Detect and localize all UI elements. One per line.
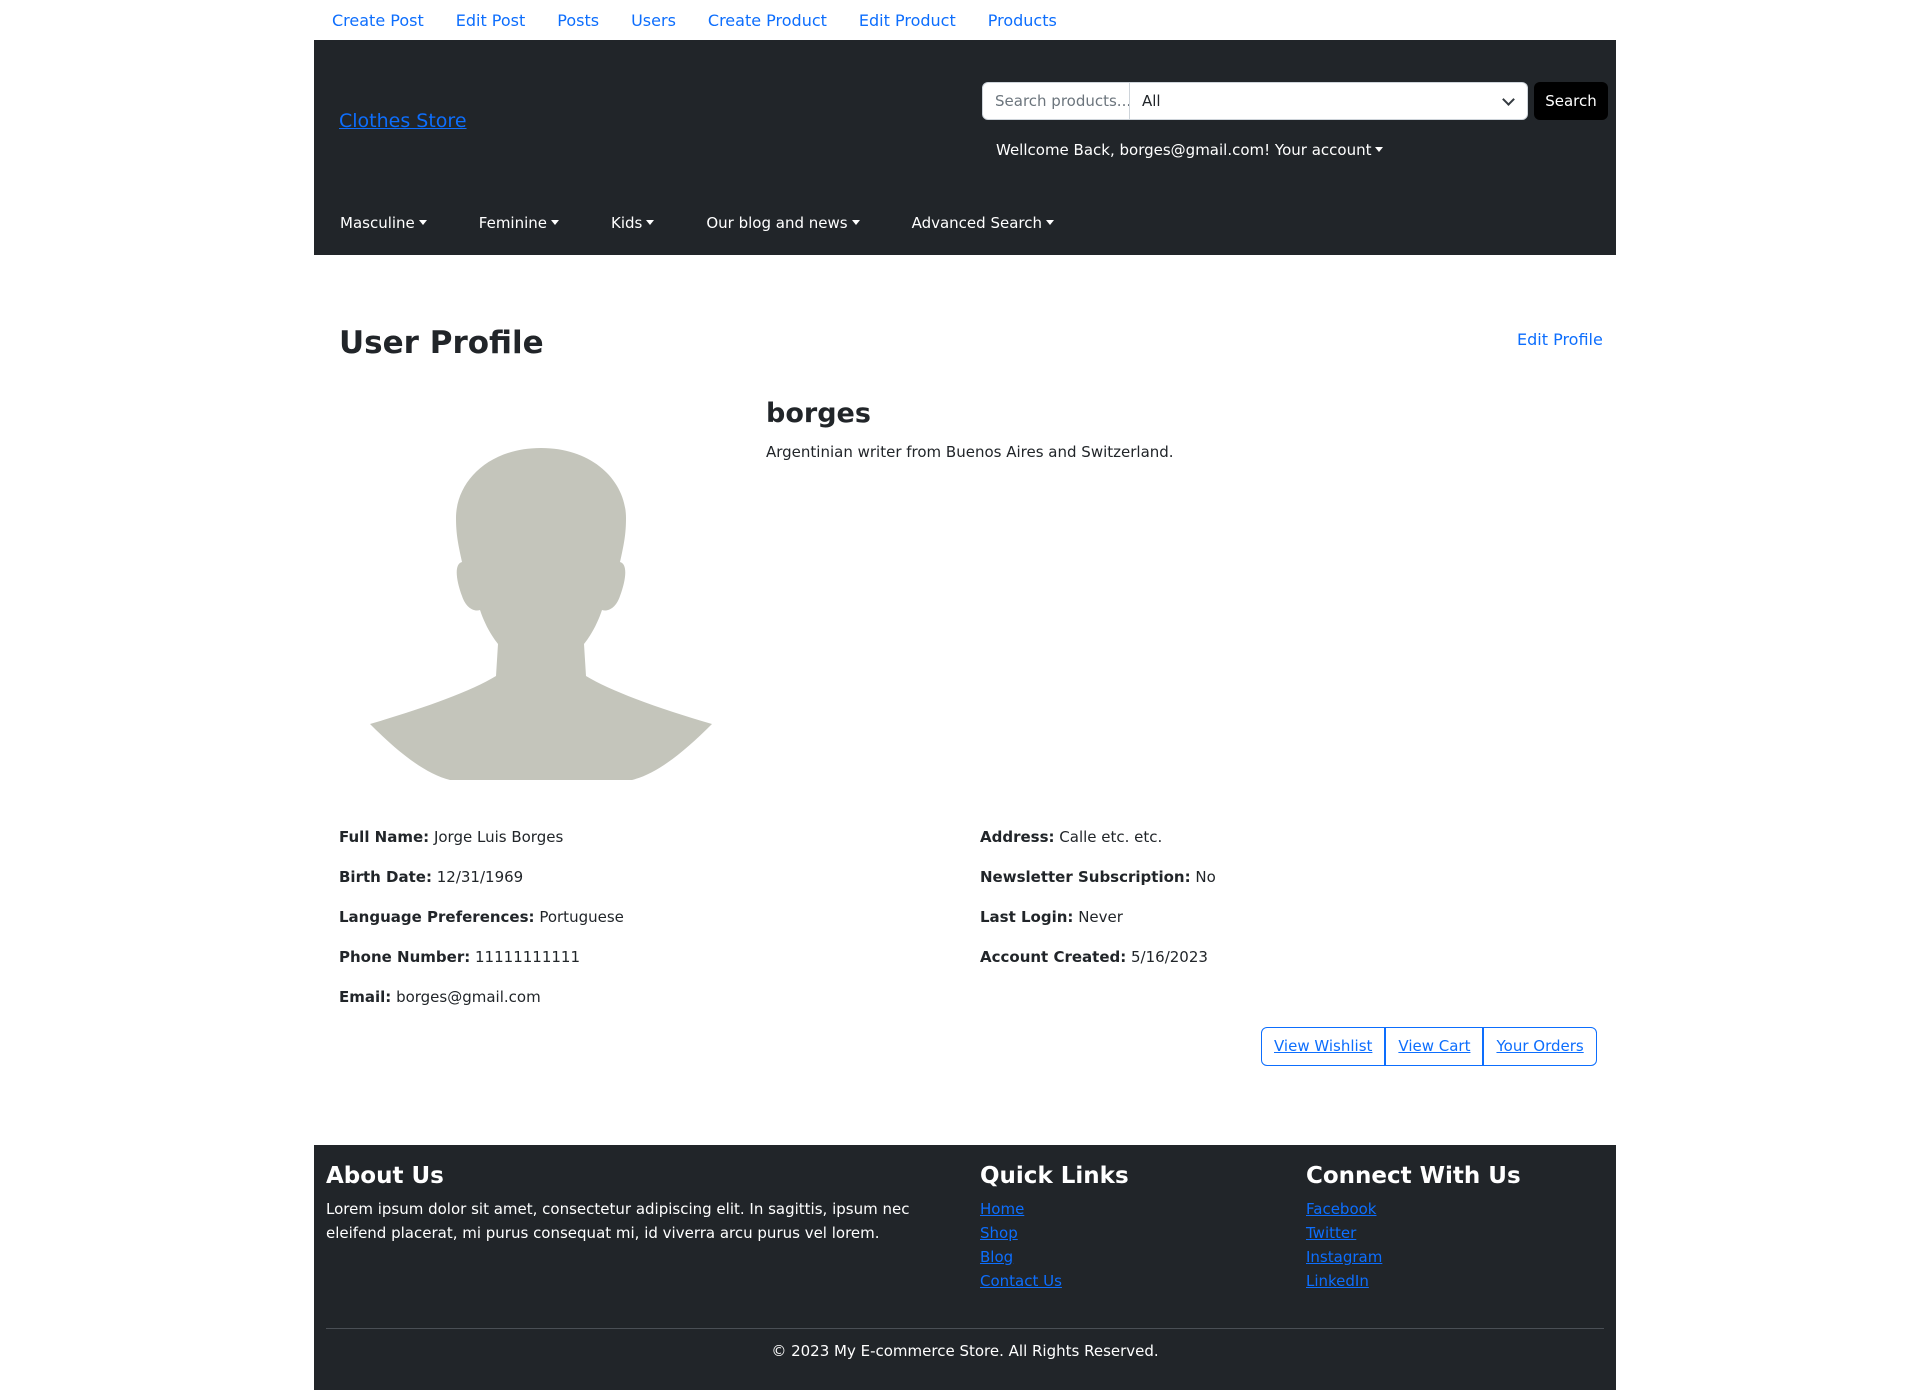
nav-advanced-search-label: Advanced Search [911, 214, 1042, 232]
field-value: Calle etc. etc. [1059, 828, 1163, 846]
profile-username: borges [766, 398, 871, 429]
search-form: Search products... All Search [982, 82, 1608, 120]
site-header: Clothes Store Search products... All Sea… [314, 40, 1616, 255]
field-full-name: Full Name: Jorge Luis Borges [339, 825, 624, 865]
footer-link-twitter[interactable]: Twitter [1306, 1221, 1521, 1245]
your-orders-button[interactable]: Your Orders [1483, 1027, 1597, 1066]
account-dropdown[interactable]: Wellcome Back, borges@gmail.com! Your ac… [996, 130, 1384, 170]
nav-masculine-label: Masculine [340, 214, 415, 232]
caret-down-icon [1375, 147, 1384, 152]
view-wishlist-button[interactable]: View Wishlist [1261, 1027, 1386, 1066]
field-label: Newsletter Subscription: [980, 868, 1191, 886]
field-address: Address: Calle etc. etc. [980, 825, 1216, 865]
field-label: Full Name: [339, 828, 430, 846]
category-select[interactable]: All [1130, 82, 1528, 120]
link-create-product[interactable]: Create Product [692, 11, 843, 30]
caret-down-icon [418, 220, 427, 225]
field-language: Language Preferences: Portuguese [339, 905, 624, 945]
nav-masculine[interactable]: Masculine [314, 203, 453, 243]
brand-link[interactable]: Clothes Store [339, 110, 467, 132]
footer-quick-links: Quick Links Home Shop Blog Contact Us [980, 1163, 1129, 1293]
link-products[interactable]: Products [972, 11, 1073, 30]
field-label: Email: [339, 988, 392, 1006]
field-birth-date: Birth Date: 12/31/1969 [339, 865, 624, 905]
field-label: Account Created: [980, 948, 1127, 966]
page-title: User Profile [339, 325, 544, 361]
field-label: Last Login: [980, 908, 1074, 926]
nav-feminine[interactable]: Feminine [453, 203, 585, 243]
nav-feminine-label: Feminine [478, 214, 548, 232]
footer-link-facebook[interactable]: Facebook [1306, 1197, 1521, 1221]
field-label: Address: [980, 828, 1055, 846]
nav-advanced-search[interactable]: Advanced Search [886, 203, 1080, 243]
field-label: Language Preferences: [339, 908, 535, 926]
footer-link-shop[interactable]: Shop [980, 1221, 1129, 1245]
footer-connect-title: Connect With Us [1306, 1163, 1521, 1189]
field-value: 12/31/1969 [436, 868, 524, 886]
footer-about: About Us Lorem ipsum dolor sit amet, con… [326, 1163, 966, 1245]
field-phone: Phone Number: 11111111111 [339, 945, 624, 985]
chevron-down-icon [1502, 93, 1515, 106]
footer-copyright: © 2023 My E-commerce Store. All Rights R… [771, 1342, 1159, 1360]
footer-divider [326, 1328, 1604, 1329]
caret-down-icon [851, 220, 860, 225]
category-nav: Masculine Feminine Kids Our blog and new… [314, 203, 1080, 243]
field-value: Jorge Luis Borges [433, 828, 564, 846]
field-account-created: Account Created: 5/16/2023 [980, 945, 1216, 985]
profile-actions: View Wishlist View Cart Your Orders [1261, 1027, 1597, 1066]
footer-about-text: Lorem ipsum dolor sit amet, consectetur … [326, 1200, 910, 1242]
field-value: No [1195, 868, 1216, 886]
footer-link-contact[interactable]: Contact Us [980, 1269, 1129, 1293]
caret-down-icon [551, 220, 560, 225]
link-edit-post[interactable]: Edit Post [440, 11, 542, 30]
footer-about-title: About Us [326, 1163, 444, 1189]
caret-down-icon [1045, 220, 1054, 225]
link-create-post[interactable]: Create Post [316, 11, 440, 30]
welcome-text: Wellcome Back, borges@gmail.com! Your ac… [996, 141, 1372, 159]
field-value: borges@gmail.com [396, 988, 541, 1006]
field-email: Email: borges@gmail.com [339, 985, 624, 1025]
avatar [370, 448, 712, 780]
field-value: Never [1078, 908, 1123, 926]
nav-blog[interactable]: Our blog and news [680, 203, 885, 243]
field-value: Portuguese [539, 908, 624, 926]
footer-link-instagram[interactable]: Instagram [1306, 1245, 1521, 1269]
field-value: 11111111111 [475, 948, 580, 966]
avatar-silhouette-icon [370, 448, 712, 780]
link-edit-product[interactable]: Edit Product [843, 11, 972, 30]
link-posts[interactable]: Posts [541, 11, 615, 30]
view-cart-button[interactable]: View Cart [1385, 1027, 1484, 1066]
footer-quick-title: Quick Links [980, 1163, 1129, 1189]
link-users[interactable]: Users [615, 11, 692, 30]
nav-kids-label: Kids [611, 214, 643, 232]
admin-top-links: Create Post Edit Post Posts Users Create… [316, 0, 1073, 40]
footer-link-linkedin[interactable]: LinkedIn [1306, 1269, 1521, 1293]
search-button[interactable]: Search [1534, 82, 1608, 120]
nav-kids[interactable]: Kids [585, 203, 680, 243]
field-last-login: Last Login: Never [980, 905, 1216, 945]
edit-profile-link[interactable]: Edit Profile [1517, 330, 1603, 349]
field-value: 5/16/2023 [1131, 948, 1208, 966]
site-footer: About Us Lorem ipsum dolor sit amet, con… [314, 1145, 1616, 1390]
profile-details-right: Address: Calle etc. etc. Newsletter Subs… [980, 825, 1216, 985]
category-select-value: All [1142, 92, 1161, 110]
footer-link-home[interactable]: Home [980, 1197, 1129, 1221]
profile-bio: Argentinian writer from Buenos Aires and… [766, 443, 1174, 461]
field-newsletter: Newsletter Subscription: No [980, 865, 1216, 905]
caret-down-icon [646, 220, 655, 225]
nav-blog-label: Our blog and news [706, 214, 848, 232]
field-label: Birth Date: [339, 868, 432, 886]
profile-details-left: Full Name: Jorge Luis Borges Birth Date:… [339, 825, 624, 1025]
field-label: Phone Number: [339, 948, 471, 966]
search-input[interactable]: Search products... [982, 82, 1130, 120]
footer-link-blog[interactable]: Blog [980, 1245, 1129, 1269]
footer-connect: Connect With Us Facebook Twitter Instagr… [1306, 1163, 1521, 1293]
